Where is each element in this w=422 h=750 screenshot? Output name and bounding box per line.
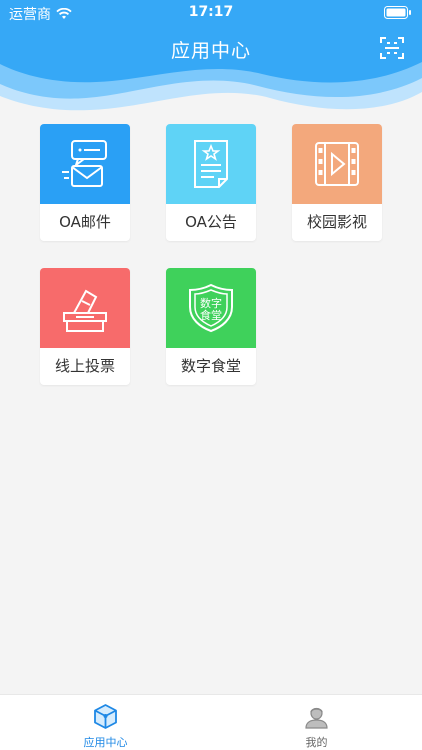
battery-icon bbox=[384, 6, 411, 19]
tab-app-center-label: 应用中心 bbox=[83, 736, 128, 749]
notice-document-icon bbox=[194, 140, 228, 188]
app-tile-campus-video-icon-box bbox=[292, 124, 382, 204]
person-icon bbox=[305, 707, 328, 729]
canteen-badge-text-line1: 数字 bbox=[200, 296, 222, 310]
app-tile-oa-notice[interactable]: OA公告 bbox=[166, 124, 256, 241]
tab-mine[interactable]: 我的 bbox=[211, 695, 422, 750]
app-tile-oa-mail-icon-box bbox=[40, 124, 130, 204]
canteen-badge-text-line2: 食堂 bbox=[200, 308, 222, 322]
canteen-shield-icon: 数字 食堂 bbox=[189, 283, 233, 333]
app-tile-campus-video[interactable]: 校园影视 bbox=[292, 124, 382, 241]
app-tile-campus-video-label: 校园影视 bbox=[306, 213, 367, 231]
tab-app-center[interactable]: 应用中心 bbox=[0, 695, 211, 750]
app-tile-oa-mail[interactable]: OA邮件 bbox=[40, 124, 130, 241]
app-tile-digital-canteen[interactable]: 数字 食堂 数字食堂 bbox=[166, 268, 256, 385]
app-tile-digital-canteen-label: 数字食堂 bbox=[180, 357, 241, 375]
scan-icon[interactable] bbox=[380, 36, 404, 60]
status-time: 17:17 bbox=[188, 4, 234, 20]
app-tile-oa-mail-label: OA邮件 bbox=[59, 213, 111, 231]
tab-mine-label: 我的 bbox=[305, 736, 328, 749]
film-play-icon bbox=[315, 142, 359, 186]
page-title: 应用中心 bbox=[170, 40, 251, 62]
mail-message-icon bbox=[62, 140, 107, 187]
ballot-box-icon bbox=[63, 289, 107, 332]
tab-bar: 应用中心 我的 bbox=[0, 694, 422, 750]
app-tile-oa-notice-label: OA公告 bbox=[185, 213, 237, 231]
status-bar: 运营商 17:17 bbox=[0, 0, 422, 26]
app-tile-online-vote-icon-box bbox=[40, 268, 130, 348]
app-screen: 运营商 17:17 应用中心 OA邮件 OA公告 校园影视 线上投票 数字 食堂… bbox=[0, 0, 422, 750]
cube-icon bbox=[94, 704, 117, 729]
app-tile-oa-notice-icon-box bbox=[166, 124, 256, 204]
header: 运营商 17:17 应用中心 bbox=[0, 0, 422, 122]
title-bar: 应用中心 bbox=[0, 34, 422, 64]
app-tile-online-vote-label: 线上投票 bbox=[54, 357, 115, 375]
app-tile-digital-canteen-icon-box: 数字 食堂 bbox=[166, 268, 256, 348]
app-tile-online-vote[interactable]: 线上投票 bbox=[40, 268, 130, 385]
